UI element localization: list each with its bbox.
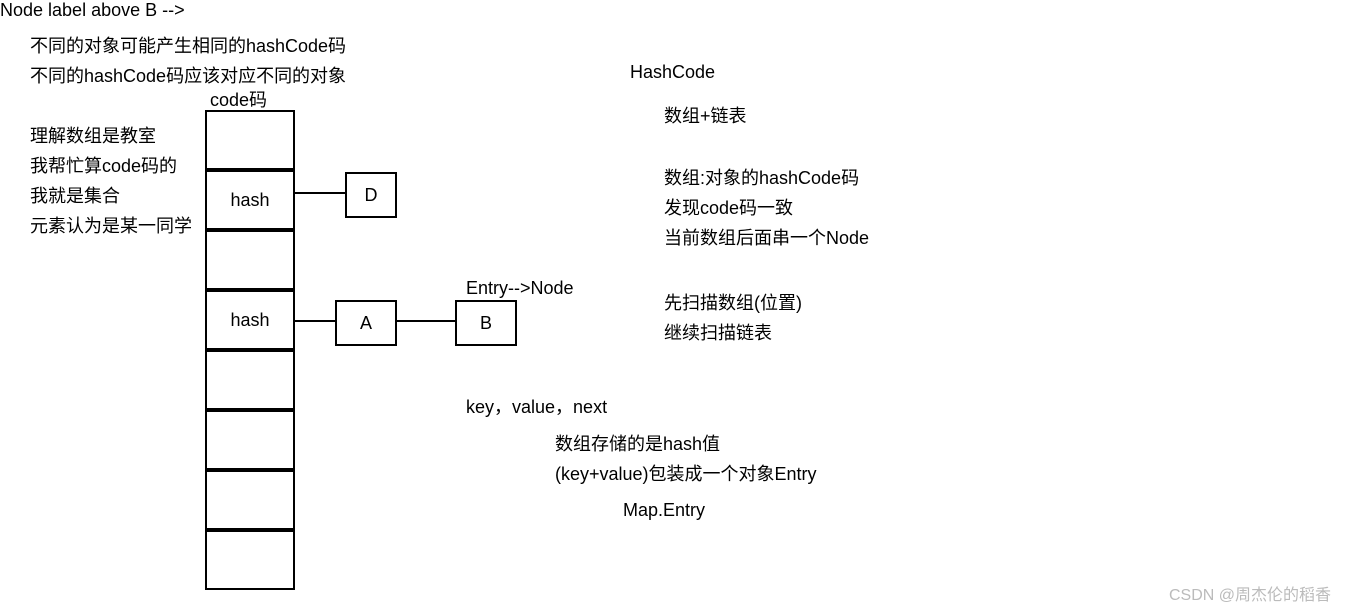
- node-a: A: [335, 300, 397, 346]
- array-cell-3: hash: [205, 290, 295, 350]
- header-line-1: 不同的对象可能产生相同的hashCode码: [30, 32, 346, 58]
- bottom-note-2: (key+value)包装成一个对象Entry: [555, 460, 817, 486]
- watermark: CSDN @周杰伦的稻香: [1169, 581, 1331, 605]
- left-note-3: 我就是集合: [30, 182, 120, 208]
- array-cell-0: [205, 110, 295, 170]
- array-cell-6: [205, 470, 295, 530]
- link-line: [397, 320, 455, 322]
- link-line: [295, 320, 335, 322]
- array-cell-5: [205, 410, 295, 470]
- header-line-2: 不同的hashCode码应该对应不同的对象: [30, 62, 346, 88]
- array-cell-label: hash: [230, 190, 269, 211]
- node-b-label: B: [480, 313, 492, 334]
- right-note-4: 当前数组后面串一个Node: [664, 224, 869, 250]
- left-note-1: 理解数组是教室: [30, 122, 156, 148]
- array-cell-4: [205, 350, 295, 410]
- array-cell-2: [205, 230, 295, 290]
- kv-label: key，value，next: [466, 393, 607, 419]
- right-note-2: 数组:对象的hashCode码: [664, 164, 859, 190]
- node-b: B: [455, 300, 517, 346]
- node-d: D: [345, 172, 397, 218]
- node-d-label: D: [365, 185, 378, 206]
- bottom-note-3: Map.Entry: [623, 500, 705, 521]
- node-a-label: A: [360, 313, 372, 334]
- array-cell-1: hash: [205, 170, 295, 230]
- right-title: HashCode: [630, 62, 715, 83]
- bottom-note-1: 数组存储的是hash值: [555, 430, 720, 456]
- right-note-3: 发现code码一致: [664, 194, 793, 220]
- left-note-4: 元素认为是某一同学: [30, 212, 192, 238]
- array-title: code码: [210, 86, 267, 112]
- array-cell-label: hash: [230, 310, 269, 331]
- link-line: [295, 192, 345, 194]
- array-cell-7: [205, 530, 295, 590]
- right-note-1: 数组+链表: [664, 102, 747, 128]
- right-note-6: 继续扫描链表: [664, 319, 772, 345]
- left-note-2: 我帮忙算code码的: [30, 152, 177, 178]
- right-note-5: 先扫描数组(位置): [664, 289, 802, 315]
- entry-node-label: Entry-->Node: [466, 278, 574, 299]
